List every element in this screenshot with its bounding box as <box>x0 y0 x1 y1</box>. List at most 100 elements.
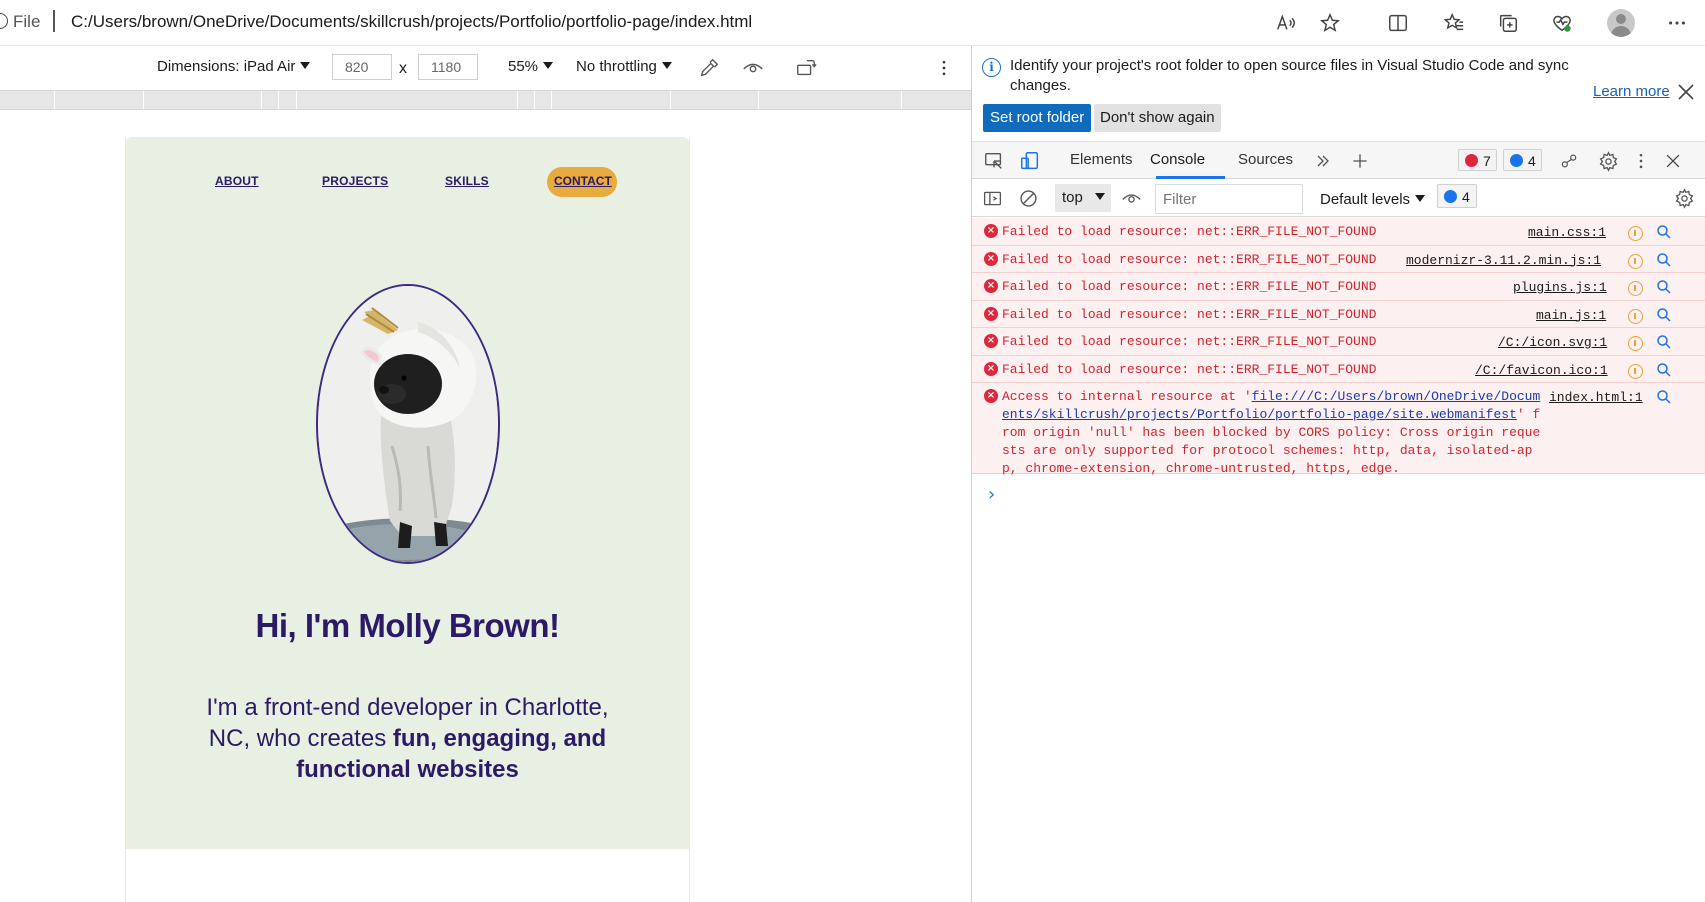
device-dimensions-select[interactable]: Dimensions: iPad Air <box>157 58 311 75</box>
error-icon: × <box>984 251 998 266</box>
issue-icon[interactable] <box>1628 281 1643 296</box>
learn-more-link[interactable]: Learn more <box>1593 83 1670 100</box>
issue-icon[interactable] <box>1628 336 1643 351</box>
message-source-link[interactable]: modernizr-3.11.2.min.js:1 <box>1406 252 1601 270</box>
search-icon[interactable] <box>1656 279 1672 295</box>
close-icon[interactable] <box>1676 82 1696 102</box>
error-icon: × <box>984 361 998 376</box>
issue-icon[interactable] <box>1628 253 1643 269</box>
device-toolbar-more-icon[interactable] <box>932 56 956 80</box>
search-icon[interactable] <box>1656 362 1672 378</box>
inspect-element-icon[interactable] <box>982 149 1006 173</box>
message-source-link[interactable]: plugins.js:1 <box>1513 279 1607 297</box>
settings-gear-icon[interactable] <box>1596 149 1620 173</box>
search-icon[interactable] <box>1656 307 1672 323</box>
media-query-ruler[interactable] <box>0 90 971 110</box>
device-emulation-icon[interactable] <box>1018 149 1042 173</box>
chevron-down-icon <box>543 62 554 69</box>
device-height-input[interactable] <box>418 54 478 80</box>
message-source-link[interactable]: /C:/favicon.ico:1 <box>1475 362 1608 380</box>
connect-devices-icon[interactable] <box>1557 149 1581 173</box>
nav-link-projects[interactable]: PROJECTS <box>322 174 388 188</box>
more-menu-icon[interactable] <box>1663 9 1691 37</box>
hero-title: Hi, I'm Molly Brown! <box>255 607 560 644</box>
console-sidebar-icon[interactable] <box>980 186 1004 210</box>
nav-link-contact[interactable]: CONTACT <box>547 167 617 197</box>
search-icon[interactable] <box>1656 389 1672 405</box>
console-error-row: × Failed to load resource: net::ERR_FILE… <box>972 300 1705 328</box>
message-icon <box>1510 154 1523 167</box>
split-screen-icon[interactable] <box>1384 9 1412 37</box>
zoom-select[interactable]: 55% <box>508 58 554 75</box>
profile-photo <box>316 284 500 564</box>
tab-elements[interactable]: Elements <box>1070 151 1133 168</box>
chevron-down-icon <box>300 62 311 69</box>
add-tab-icon[interactable] <box>1348 149 1372 173</box>
eyedropper-icon[interactable] <box>697 56 721 80</box>
chevron-down-icon <box>661 62 672 69</box>
profile-avatar[interactable] <box>1607 9 1635 37</box>
console-prompt-chevron-icon[interactable]: › <box>988 484 995 505</box>
search-icon[interactable] <box>1656 252 1672 268</box>
error-icon: × <box>984 279 998 293</box>
throttling-select[interactable]: No throttling <box>576 58 672 75</box>
site-info-icon[interactable] <box>0 13 8 29</box>
collections-icon[interactable] <box>1494 9 1522 37</box>
read-aloud-icon[interactable] <box>1272 9 1300 37</box>
error-icon <box>1465 154 1478 167</box>
message-source-link[interactable]: main.css:1 <box>1528 224 1606 242</box>
vision-deficiency-icon[interactable] <box>741 56 765 80</box>
address-separator <box>53 10 55 32</box>
close-devtools-icon[interactable] <box>1661 149 1685 173</box>
browser-essentials-icon[interactable] <box>1548 9 1576 37</box>
tab-sources[interactable]: Sources <box>1238 151 1293 168</box>
more-tabs-chevron-icon[interactable] <box>1311 149 1335 173</box>
message-source-link[interactable]: /C:/icon.svg:1 <box>1498 334 1607 352</box>
error-icon: × <box>984 389 998 403</box>
chevron-down-icon <box>1415 195 1426 202</box>
console-error-row: × Failed to load resource: net::ERR_FILE… <box>972 273 1705 301</box>
tab-console[interactable]: Console <box>1150 151 1205 168</box>
error-count-badge[interactable]: 7 <box>1458 149 1497 171</box>
set-root-folder-button[interactable]: Set root folder <box>983 104 1092 132</box>
console-error-row: × Failed to load resource: net::ERR_FILE… <box>972 218 1705 246</box>
rotate-device-icon[interactable] <box>794 56 818 80</box>
console-message-count-badge[interactable]: 4 <box>1437 184 1477 208</box>
url-text[interactable]: C:/Users/brown/OneDrive/Documents/skillc… <box>71 12 752 32</box>
log-levels-select[interactable]: Default levels <box>1320 191 1426 208</box>
nav-link-skills[interactable]: SKILLS <box>445 174 489 188</box>
emulated-device-frame: ABOUT PROJECTS SKILLS CONTACT Hi, I'm Mo… <box>125 137 690 902</box>
dont-show-again-button[interactable]: Don't show again <box>1094 104 1221 132</box>
error-icon: × <box>984 334 998 348</box>
console-messages: × Failed to load resource: net::ERR_FILE… <box>972 218 1705 476</box>
message-source-link[interactable]: main.js:1 <box>1536 307 1606 325</box>
search-icon[interactable] <box>1656 224 1672 240</box>
hero-section: ABOUT PROJECTS SKILLS CONTACT Hi, I'm Mo… <box>126 137 689 849</box>
nav-link-about[interactable]: ABOUT <box>215 174 259 188</box>
favorite-star-icon[interactable] <box>1316 9 1344 37</box>
context-select[interactable]: top <box>1055 184 1111 212</box>
message-source-link[interactable]: index.html:1 <box>1549 389 1643 407</box>
issue-icon[interactable] <box>1628 308 1643 324</box>
issue-icon[interactable] <box>1628 226 1643 241</box>
hero-intro: I'm a front-end developer in Charlotte, … <box>186 692 629 785</box>
search-icon[interactable] <box>1656 334 1672 350</box>
live-expression-icon[interactable] <box>1119 186 1143 210</box>
clear-console-icon[interactable] <box>1016 186 1040 210</box>
console-settings-gear-icon[interactable] <box>1672 186 1696 210</box>
address-bar: File C:/Users/brown/OneDrive/Documents/s… <box>0 0 1705 46</box>
error-icon: × <box>984 306 998 321</box>
console-cors-error-row: × Access to internal resource at 'file:/… <box>972 383 1705 476</box>
info-icon: i <box>982 58 1001 77</box>
console-filter-input[interactable] <box>1155 184 1303 214</box>
favorites-icon[interactable] <box>1440 9 1468 37</box>
site-nav: ABOUT PROJECTS SKILLS CONTACT <box>126 137 689 197</box>
message-count-badge[interactable]: 4 <box>1503 149 1542 171</box>
device-width-input[interactable] <box>332 54 392 80</box>
issue-icon[interactable] <box>1628 363 1643 379</box>
console-error-row: × Failed to load resource: net::ERR_FILE… <box>972 328 1705 356</box>
devtools-tabbar: Elements Console Sources 7 4 <box>972 141 1705 179</box>
console-toolbar: top Default levels 4 <box>972 179 1705 217</box>
devtools-more-icon[interactable] <box>1629 149 1653 173</box>
devtools-panel: i Identify your project's root folder to… <box>971 46 1705 902</box>
